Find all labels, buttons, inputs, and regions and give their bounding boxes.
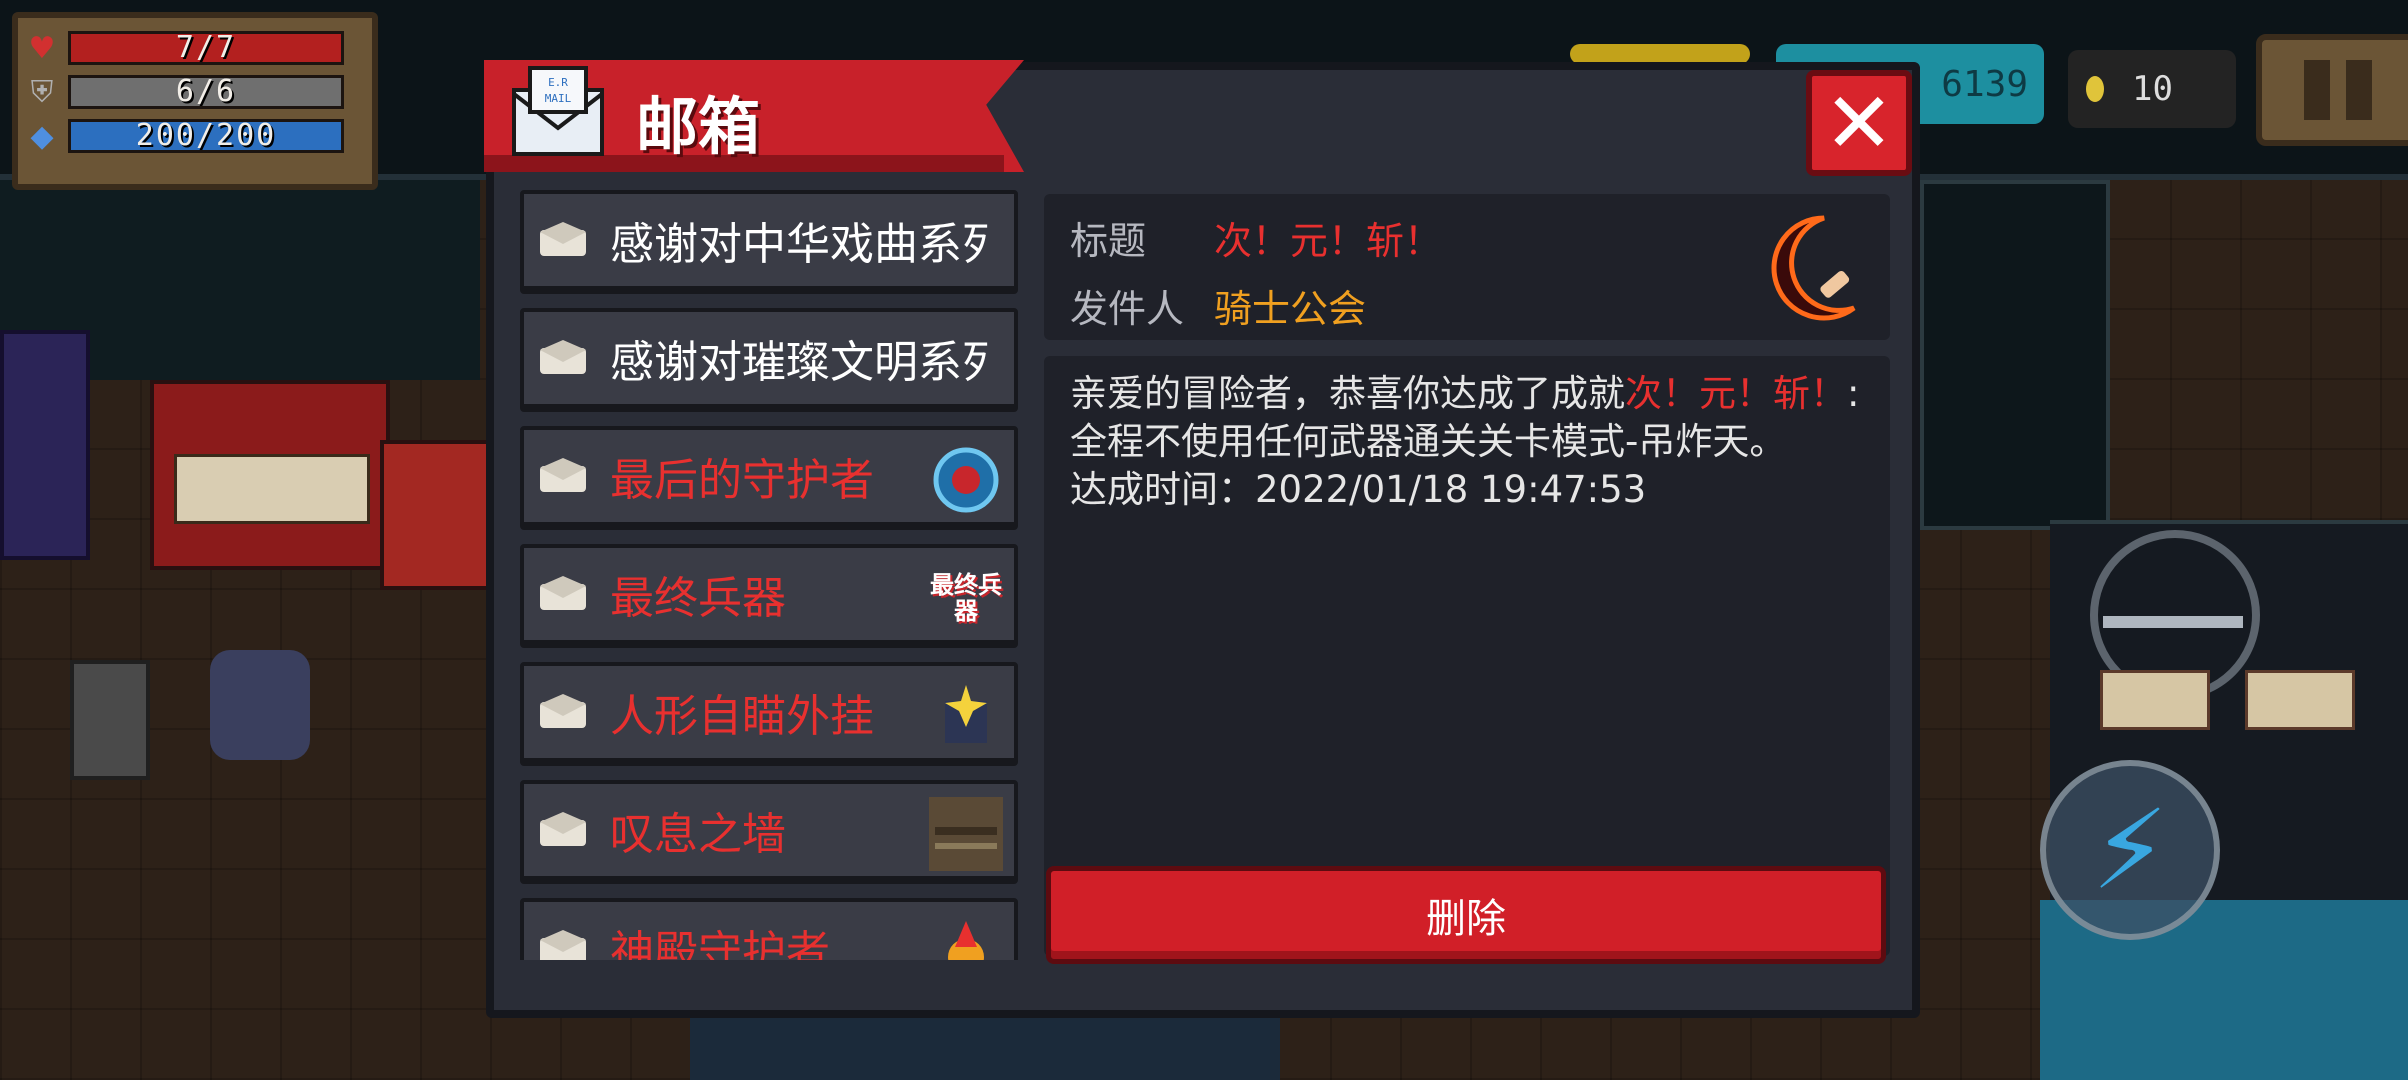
sender-value: 骑士公会	[1214, 287, 1367, 331]
stone-wall-icon	[928, 796, 1004, 872]
energy-row: ◆ 200/200	[18, 114, 372, 158]
opera-stall	[150, 380, 390, 570]
svg-text:E.R: E.R	[548, 76, 568, 89]
mail-detail-header: 标题 次！元！斩！ 发件人 骑士公会	[1044, 194, 1890, 340]
npc-character	[210, 650, 310, 760]
title-value: 次！元！斩！	[1214, 219, 1443, 263]
mail-title: 叹息之墙	[610, 809, 786, 860]
list-item-mail-1[interactable]: 感谢对璀璨文明系列	[520, 308, 1018, 412]
vending-machine	[0, 330, 90, 560]
list-item-mail-2[interactable]: 最后的守护者	[520, 426, 1018, 530]
heart-icon: ♥	[28, 30, 56, 66]
open-envelope-icon	[538, 458, 588, 494]
dummy-target	[70, 660, 150, 780]
sender-label: 发件人	[1070, 287, 1185, 331]
list-item-mail-6[interactable]: 神殿守护者	[520, 898, 1018, 960]
dungeon-wall-right	[1920, 180, 2110, 530]
energy-diamond-icon: ◆	[30, 118, 54, 154]
mailbox-title: 邮箱	[636, 90, 761, 163]
list-item-mail-0[interactable]: 感谢对中华戏曲系列	[520, 190, 1018, 294]
open-envelope-icon	[538, 340, 588, 376]
mail-title: 最后的守护者	[610, 455, 874, 506]
list-item-mail-5[interactable]: 叹息之墙	[520, 780, 1018, 884]
open-envelope-icon	[538, 694, 588, 730]
pause-icon	[2304, 60, 2330, 120]
list-item-mail-4[interactable]: 人形自瞄外挂	[520, 662, 1018, 766]
gem-count: 6139	[1941, 63, 2028, 105]
list-item-mail-3[interactable]: 最终兵器 最终兵器	[520, 544, 1018, 648]
shelf-scroll	[2100, 670, 2210, 730]
skill-lightning-button[interactable]: ⚡	[2040, 760, 2220, 940]
lightning-icon: ⚡	[2091, 786, 2169, 914]
svg-text:MAIL: MAIL	[545, 92, 572, 105]
pause-button[interactable]	[2256, 34, 2408, 146]
shield-icon: ⛨	[30, 74, 54, 110]
fire-guardian-icon	[928, 914, 1004, 960]
npc-shopkeeper	[380, 440, 490, 590]
open-envelope-icon	[538, 222, 588, 258]
robot-character-icon	[928, 678, 1004, 754]
mail-title: 感谢对璀璨文明系列	[610, 337, 990, 388]
coin-icon	[2086, 76, 2104, 102]
mail-envelope-icon: E.R MAIL	[510, 64, 606, 160]
coin-counter: 10	[2068, 50, 2236, 128]
time-label: 达成时间：	[1070, 468, 1255, 511]
delete-button[interactable]: 删除	[1046, 866, 1886, 964]
crescent-slash-icon	[1754, 208, 1874, 328]
close-icon: ✕	[1823, 74, 1895, 172]
ultimate-weapon-stamp-icon: 最终兵器	[930, 571, 1002, 625]
body-prefix: 亲爱的冒险者，恭喜你达成了成就	[1070, 372, 1625, 415]
player-stats-panel: ♥ 7/7 ⛨ 6/6 ◆ 200/200	[12, 12, 378, 190]
open-envelope-icon	[538, 930, 588, 960]
title-label: 标题	[1070, 219, 1147, 263]
hp-bar: 7/7	[68, 31, 344, 65]
mail-title: 最终兵器	[610, 573, 786, 624]
armor-row: ⛨ 6/6	[18, 70, 372, 114]
energy-bar: 200/200	[68, 119, 344, 153]
time-value: 2022/01/18 19:47:53	[1255, 468, 1647, 511]
open-envelope-icon	[538, 812, 588, 848]
body-achievement-name: 次！元！斩！	[1625, 372, 1847, 415]
close-button[interactable]: ✕	[1806, 70, 1912, 176]
gold-currency-box	[1570, 44, 1750, 64]
coin-count: 10	[2132, 69, 2173, 109]
open-envelope-icon	[538, 576, 588, 612]
mail-title: 人形自瞄外挂	[610, 691, 874, 742]
mail-title: 感谢对中华戏曲系列	[610, 219, 990, 270]
mail-list[interactable]: 感谢对中华戏曲系列 感谢对璀璨文明系列 最后的守护者 最终兵器 最终兵器 人形自…	[506, 190, 1020, 960]
armor-bar: 6/6	[68, 75, 344, 109]
guardian-badge-icon	[928, 442, 1004, 518]
mail-title: 神殿守护者	[610, 927, 830, 960]
hp-row: ♥ 7/7	[18, 26, 372, 70]
mail-body-text: 亲爱的冒险者，恭喜你达成了成就次！元！斩！:全程不使用任何武器通关关卡模式-吊炸…	[1070, 370, 1870, 514]
shelf-scroll	[2245, 670, 2355, 730]
